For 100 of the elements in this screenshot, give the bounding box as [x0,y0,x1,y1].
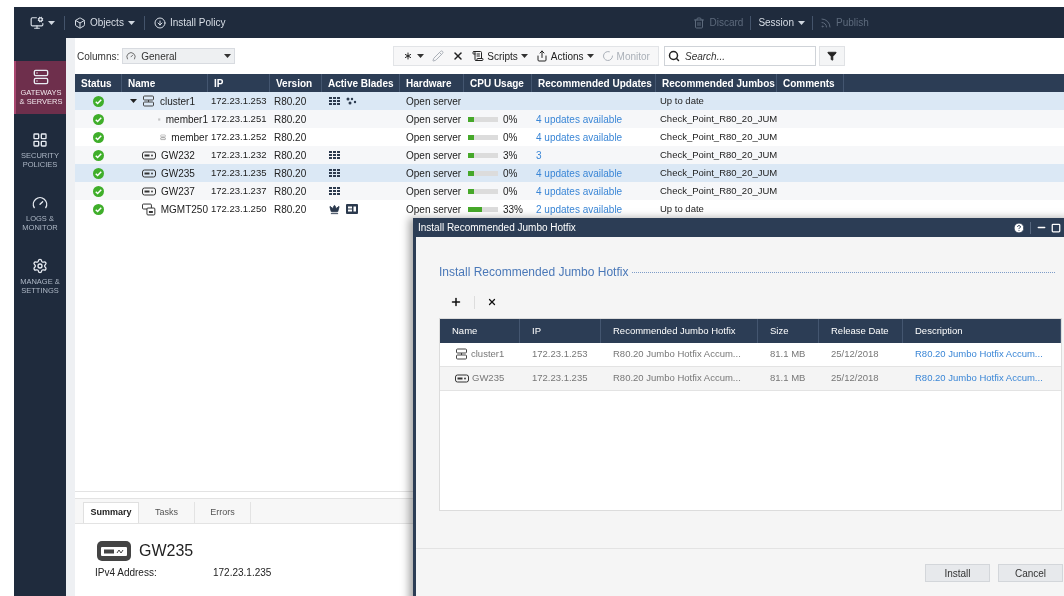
filter-icon [826,51,837,61]
box-icon [74,16,86,29]
hotfix-cell-text: R80.20 Jumbo Hotfix Accum... [612,347,742,362]
share-icon [535,50,548,62]
description-link[interactable]: R80.20 Jumbo Hotfix Accum... [903,371,1043,386]
details-tab[interactable]: Tasks [139,502,195,523]
cpu-meter [468,134,498,140]
name-cell: cluster1 [471,347,505,362]
updates-link[interactable]: 4 updates available [536,131,623,143]
cpu-reading: 0% [503,130,518,145]
remove-button[interactable] [487,297,497,307]
toolbar-menu-button[interactable]: Install Policy [151,15,228,30]
feed-icon [819,16,832,29]
size-cell-text: 81.1 MB [769,347,807,362]
version-cell-text: R80.20 [273,184,308,199]
hardware-cell-text: Open server [405,130,463,145]
spinner-icon [601,50,614,62]
jumbos-cell: Up to date [660,203,704,215]
table-row[interactable]: cluster1 172.23.1.253 R80.20 Open server Up to date [75,92,1064,110]
caret-icon [520,54,528,58]
cpu-meter [468,170,498,176]
hardware-cell-text: Open server [405,112,463,127]
cpu-reading: 33% [503,202,523,217]
search-field[interactable]: Search... [663,46,816,66]
version-cell-text: R80.20 [273,112,308,127]
menu-button[interactable] [28,15,57,30]
close-icon [452,50,465,62]
updates-link[interactable]: 4 updates available [536,113,623,125]
jumbos-cell: Check_Point_R80_20_JUM [660,185,778,197]
toolbar-button[interactable]: Actions [535,48,594,64]
description-link[interactable]: R80.20 Jumbo Hotfix Accum... [903,347,1043,362]
gauge-icon [126,51,137,61]
gateway-icon [142,186,156,196]
table-row[interactable]: GW232 172.23.1.232 R80.20 Open server 3% 3 Check_Point_R80_20_JUM [75,146,1064,164]
hardware-cell-text: Open server [405,184,463,199]
menu-icon [30,15,44,30]
name-cell-text: MGMT250 [160,202,208,217]
dialog-button[interactable]: Cancel [998,564,1063,582]
close-icon [487,297,497,307]
columns-dropdown[interactable]: General [122,48,236,64]
hardware-cell-text: Open server [405,166,463,181]
jumbos-cell: Check_Point_R80_20_JUM [660,149,778,161]
gauge-icon [32,195,48,211]
toolbar-button[interactable] [452,50,465,62]
hotfix-cell-text: R80.20 Jumbo Hotfix Accum... [612,371,742,386]
management-server-icon [141,202,156,216]
dialog-button[interactable]: Install [925,564,990,582]
jumbos-cell: Up to date [660,95,704,107]
cpu-meter [468,206,498,212]
toolbar-button[interactable]: Scripts [472,48,528,64]
search-icon [667,50,680,62]
expand-caret-icon[interactable] [130,99,137,103]
add-button[interactable] [450,296,462,308]
table-row[interactable]: member1 172.23.1.251 R80.20 Open server 0% 4 updates available Check_Point_R80_20_JUM [75,110,1064,128]
details-tab[interactable]: Errors [195,502,251,523]
updates-link[interactable]: 4 updates available [536,185,623,197]
plus-icon [450,296,462,308]
ip-cell: 172.23.1.250 [211,203,267,215]
filter-button[interactable] [818,46,845,66]
version-cell-text: R80.20 [273,202,308,217]
download-circle-icon [153,16,166,29]
version-cell-text: R80.20 [273,166,308,181]
name-cell-text: GW237 [161,184,195,199]
version-cell-text: R80.20 [273,130,308,145]
maximize-icon[interactable] [1051,222,1061,233]
columns-label: Columns: [77,49,120,64]
settings-icon [32,258,48,274]
caret-icon [797,20,805,25]
gateway-icon [142,150,156,160]
updates-link[interactable]: 3 [536,149,542,161]
name-cell-text: member1 [165,112,208,127]
card-icon [346,204,358,214]
toolbar-button[interactable] [402,50,425,62]
table-row[interactable]: GW235 172.23.1.235 R80.20 Open server 0% 4 updates available Check_Point_R80_20_JUM [75,164,1064,182]
ip-cell: 172.23.1.252 [211,131,267,143]
session-toolbar-button[interactable]: Session [758,15,805,30]
scroll-icon [472,50,485,62]
ip-cell-text: 172.23.1.235 [531,371,589,386]
details-tab[interactable]: Summary [83,502,139,523]
help-icon[interactable] [1013,221,1025,234]
toolbar-menu-button[interactable]: Objects [72,15,137,30]
cpu-reading: 0% [503,112,518,127]
blades-grid-icon [329,168,340,178]
version-cell-text: R80.20 [273,94,308,109]
name-cell-text: member [171,130,208,145]
crown-icon [329,203,340,215]
jumbos-cell: Check_Point_R80_20_JUM [660,131,778,143]
caret-icon [586,54,594,58]
table-row[interactable]: GW237 172.23.1.237 R80.20 Open server 0% 4 updates available Check_Point_R80_20_JUM [75,182,1064,200]
pencil-icon [432,50,445,62]
server-icon [33,69,49,85]
cpu-reading: 0% [503,166,518,181]
hardware-cell-text: Open server [405,148,463,163]
cluster-icon [142,94,155,108]
cpu-reading: 3% [503,148,518,163]
updates-link[interactable]: 2 updates available [536,203,623,215]
hardware-cell-text: Open server [405,202,463,217]
ip-cell: 172.23.1.251 [211,113,267,125]
jumbos-cell: Check_Point_R80_20_JUM [660,113,778,125]
ip-cell: 172.23.1.237 [211,185,267,197]
